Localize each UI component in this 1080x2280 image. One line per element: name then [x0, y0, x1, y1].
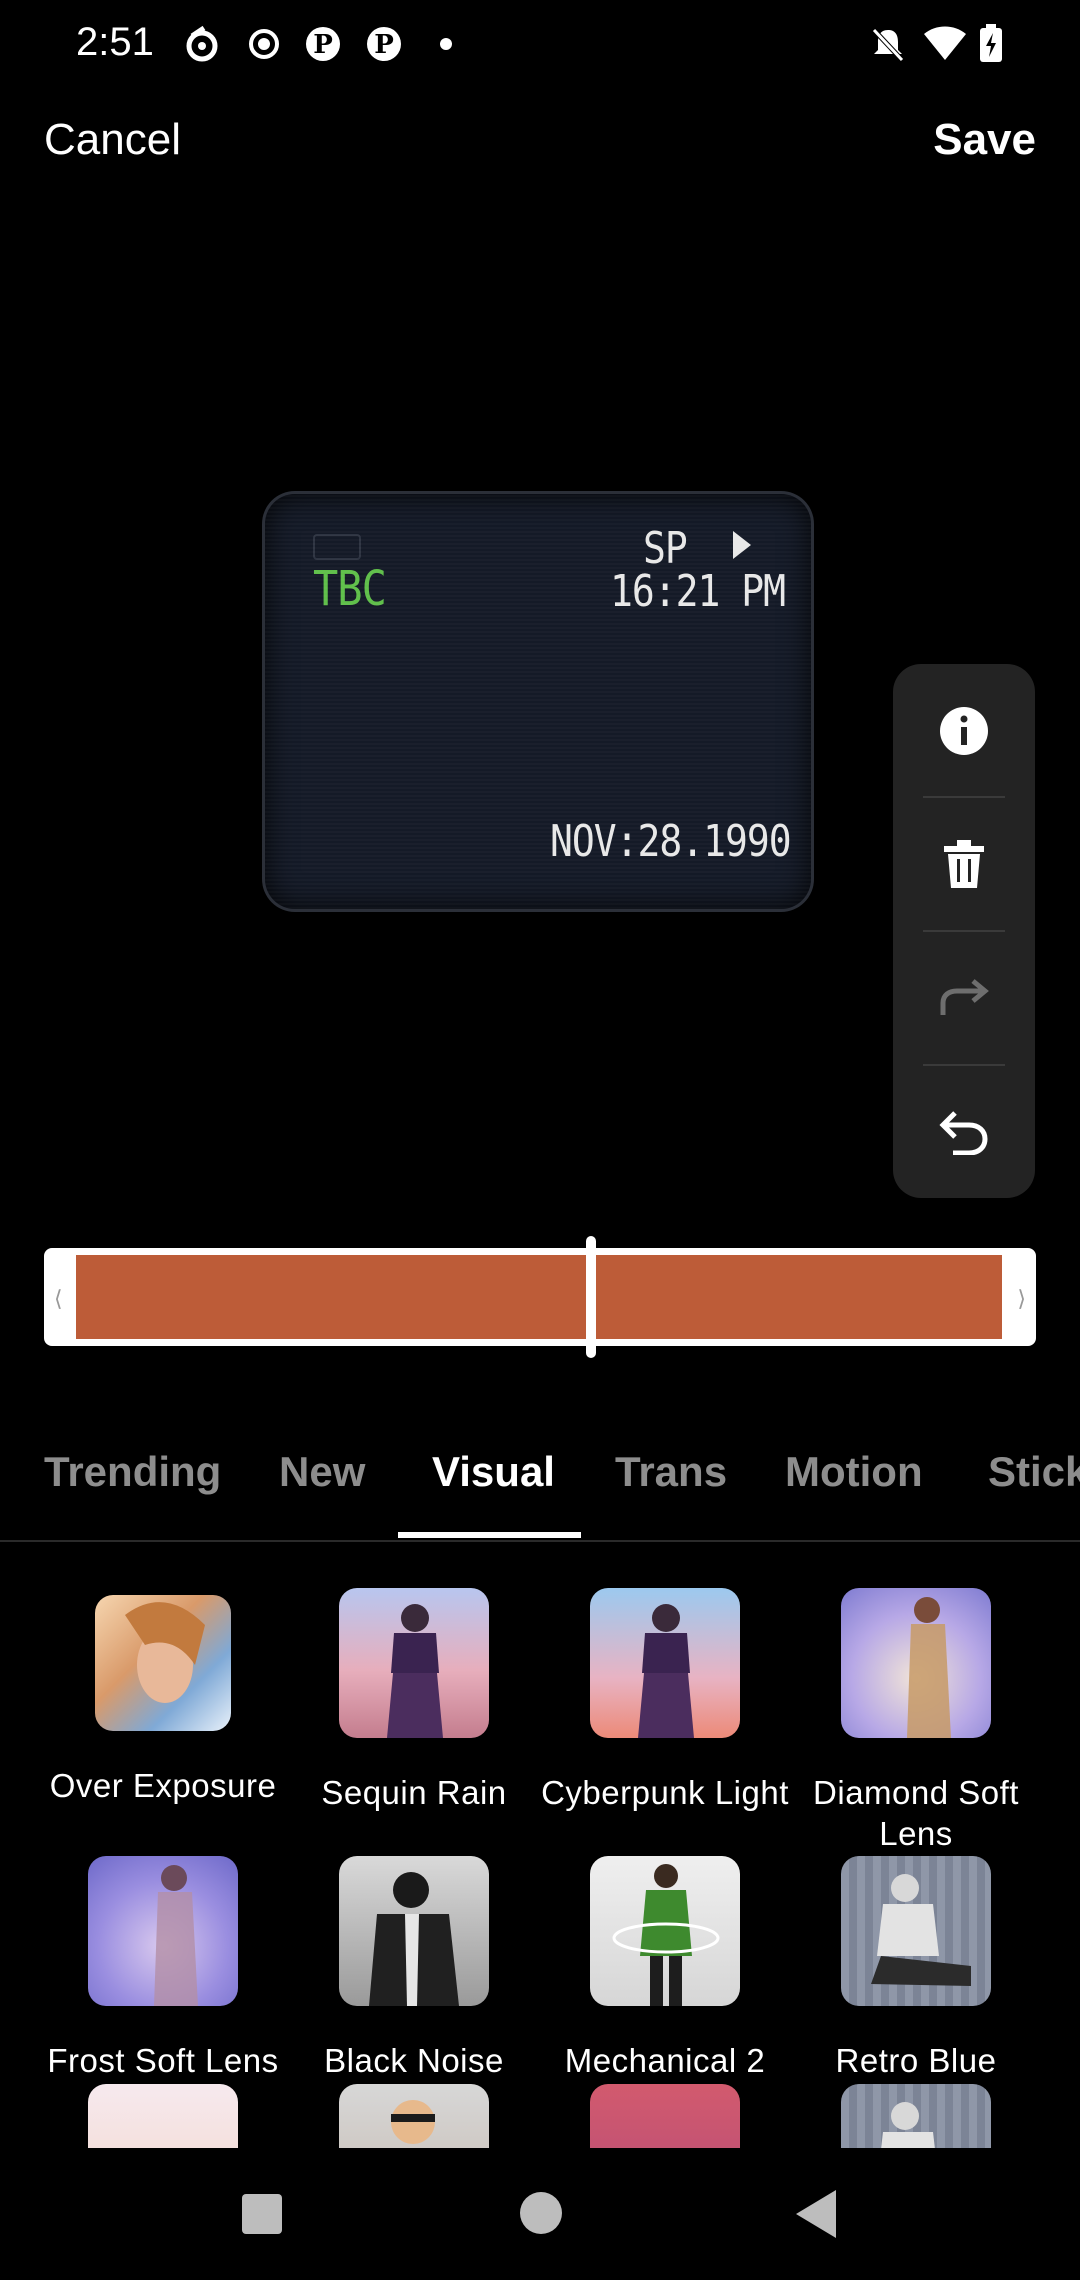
home-button[interactable] [520, 2192, 562, 2234]
effect-thumb [841, 2084, 991, 2148]
redo-icon [940, 978, 989, 1015]
timeline-track[interactable]: ⟨ ⟩ [44, 1248, 1036, 1346]
effect-label: Mechanical 2 [564, 2042, 766, 2079]
effect-label: Over Exposure [49, 1767, 277, 1804]
frost-soft-lens-thumb [88, 1856, 238, 2006]
effect-item[interactable]: Frost Soft Lens [38, 1856, 288, 2081]
system-nav-bar [0, 2148, 1080, 2280]
video-preview[interactable]: TBC SP 16:21 PM NOV:28.1990 [265, 494, 811, 909]
effect-label: Sequin Rain [321, 1774, 507, 1811]
back-button[interactable] [796, 2190, 836, 2238]
effect-item[interactable]: Black Noise [289, 1856, 539, 2081]
undo-button[interactable] [893, 1066, 1035, 1199]
cancel-button[interactable]: Cancel [44, 115, 181, 165]
pinterest-icon: P [306, 27, 340, 61]
black-noise-thumb [339, 1856, 489, 2006]
wifi-icon [924, 26, 966, 60]
status-bar: 2:51 P P [0, 0, 1080, 90]
effect-label: Black Noise [324, 2042, 504, 2079]
recents-button[interactable] [242, 2194, 282, 2234]
tab-trending[interactable]: Trending [44, 1448, 221, 1496]
effect-item[interactable]: Sequin Rain [289, 1588, 539, 1813]
osd-tbc: TBC [313, 560, 387, 617]
osd-time: 16:21 PM [610, 565, 786, 617]
trash-icon [944, 839, 984, 888]
tab-stickers[interactable]: Stick [988, 1448, 1080, 1496]
effect-label: Diamond Soft Lens [813, 1774, 1019, 1852]
redo-button[interactable] [893, 932, 1035, 1065]
record-icon [249, 29, 279, 59]
undo-icon [939, 1110, 988, 1155]
effects-grid: Over Exposure Sequin Rain Cyberpunk Ligh… [0, 1580, 1080, 2148]
retro-blue-thumb [841, 1856, 991, 2006]
tab-trans[interactable]: Trans [615, 1448, 727, 1496]
effect-item[interactable]: Mechanical 2 [540, 1856, 790, 2081]
save-button[interactable]: Save [933, 115, 1036, 165]
diamond-soft-lens-thumb [841, 1588, 991, 1738]
effect-item[interactable] [289, 2084, 539, 2148]
status-time: 2:51 [76, 20, 154, 64]
play-icon [733, 531, 751, 559]
effect-item[interactable] [38, 2084, 288, 2148]
effect-label: Frost Soft Lens [47, 2042, 279, 2079]
trim-handle-right[interactable]: ⟩ [1017, 1286, 1026, 1312]
delete-button[interactable] [893, 798, 1035, 931]
over-exposure-thumb [95, 1595, 231, 1731]
cassette-icon [313, 534, 361, 560]
effect-thumb [88, 2084, 238, 2148]
playhead[interactable] [586, 1236, 596, 1358]
svg-text:P: P [374, 30, 394, 60]
category-tabs: Trending New Visual Trans Motion Stick [0, 1430, 1080, 1542]
effect-clip[interactable] [76, 1255, 1002, 1339]
effect-item[interactable]: Retro Blue [791, 1856, 1041, 2081]
effect-thumb [339, 2084, 489, 2148]
tab-motion[interactable]: Motion [785, 1448, 923, 1496]
effect-item[interactable]: Over Exposure [38, 1588, 288, 1806]
pinterest-icon: P [367, 27, 401, 61]
effect-item[interactable]: Diamond Soft Lens [791, 1588, 1041, 1854]
mechanical-2-thumb [590, 1856, 740, 2006]
info-icon [940, 706, 988, 755]
do-not-disturb-icon [872, 28, 904, 62]
effect-item[interactable] [540, 2084, 790, 2148]
svg-text:P: P [313, 30, 333, 60]
sequin-rain-thumb [339, 1588, 489, 1738]
tool-panel [893, 664, 1035, 1198]
tab-visual[interactable]: Visual [432, 1448, 555, 1496]
dot-icon [440, 38, 452, 50]
trim-handle-left[interactable]: ⟨ [54, 1286, 63, 1312]
effect-item[interactable]: Cyberpunk Light [540, 1588, 790, 1813]
osd-sp: SP [643, 522, 688, 574]
battery-charging-icon [980, 24, 1002, 62]
effect-thumb [590, 2084, 740, 2148]
cyberpunk-light-thumb [590, 1588, 740, 1738]
app-notification-icon [186, 25, 218, 62]
active-tab-indicator [398, 1532, 581, 1538]
effect-item[interactable] [791, 2084, 1041, 2148]
effect-label: Cyberpunk Light [541, 1774, 789, 1811]
osd-date: NOV:28.1990 [550, 815, 792, 867]
effect-label: Retro Blue [835, 2042, 997, 2079]
info-button[interactable] [893, 664, 1035, 797]
tab-new[interactable]: New [279, 1448, 365, 1496]
